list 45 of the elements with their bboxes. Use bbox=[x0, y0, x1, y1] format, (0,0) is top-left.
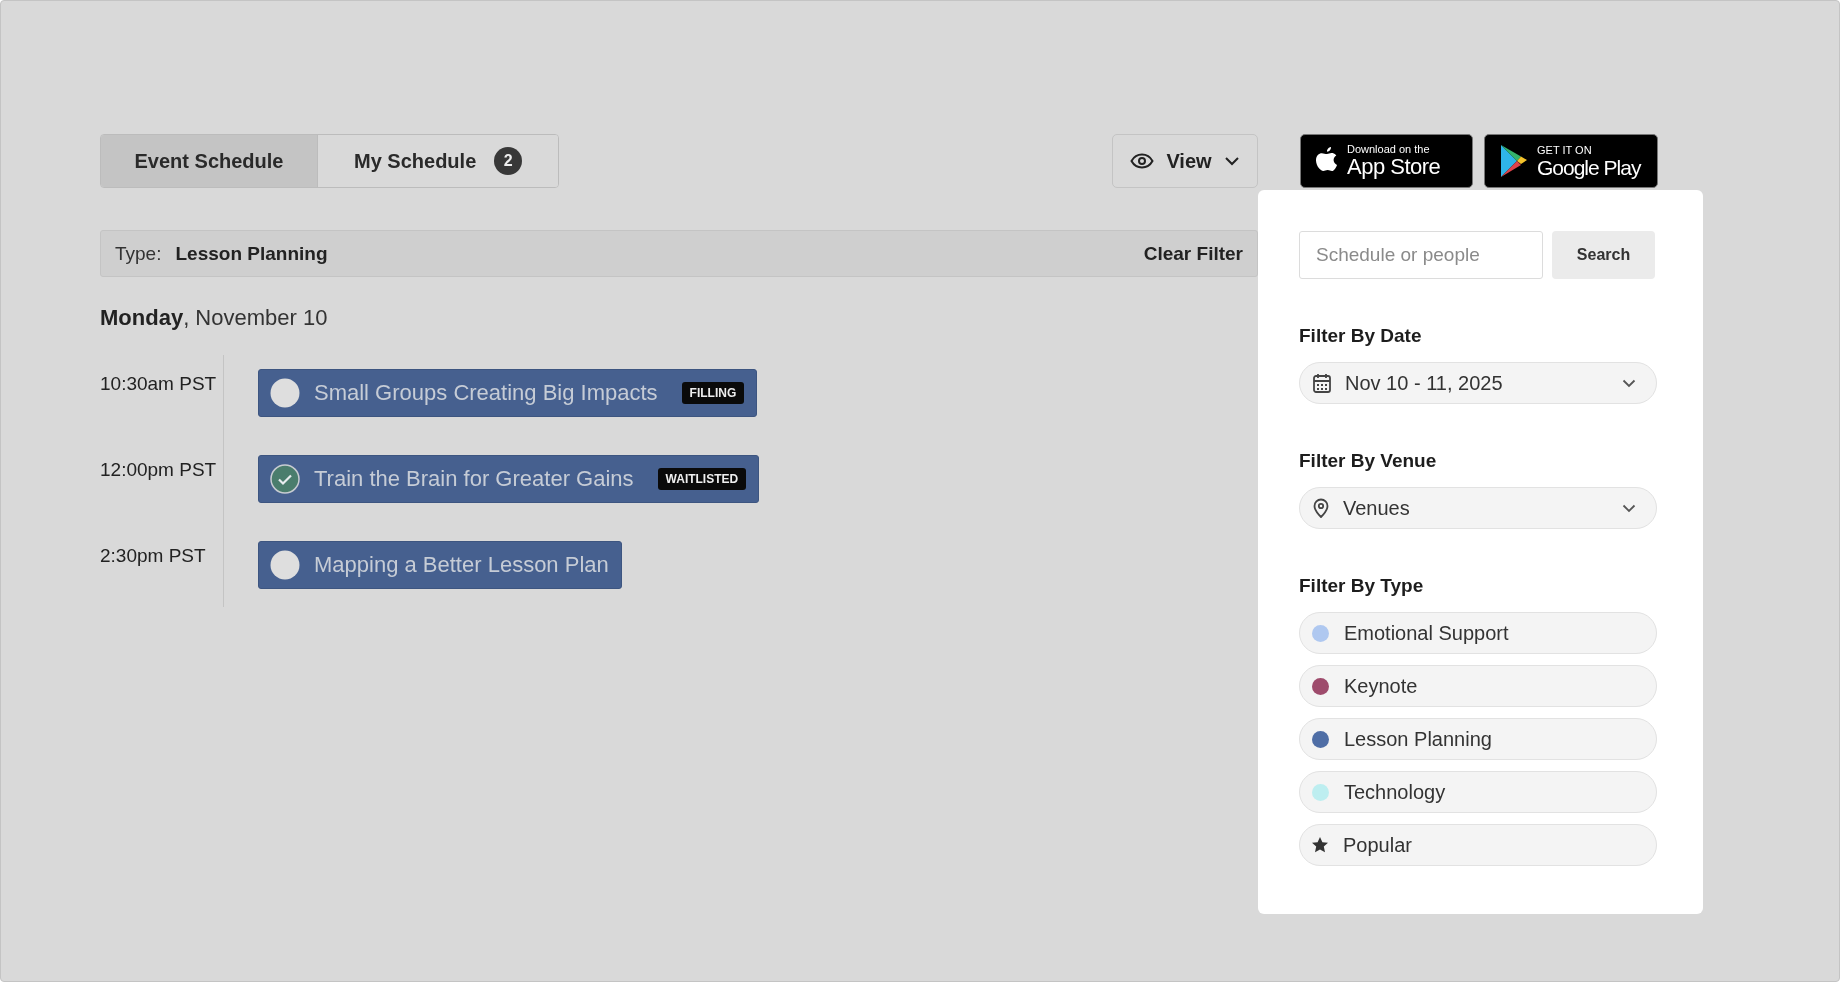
event-item[interactable]: Small Groups Creating Big Impacts FILLING bbox=[258, 369, 758, 417]
section-heading: Filter By Date bbox=[1299, 325, 1423, 347]
search-field[interactable]: Schedule or people bbox=[1299, 231, 1543, 279]
type-filter-option[interactable]: Emotional Support bbox=[1299, 612, 1657, 654]
count-badge: 2 bbox=[494, 147, 523, 175]
event-item[interactable]: Train the Brain for Greater Gains WAITLISTED bbox=[258, 455, 760, 503]
event-time: 12:00pm PST bbox=[100, 458, 218, 481]
date-dropdown[interactable]: Nov 10 - 11, 2025 bbox=[1299, 362, 1657, 404]
status-badge: WAITLISTED bbox=[657, 468, 747, 490]
chevron-down-icon bbox=[1622, 378, 1636, 388]
clear-filter-button[interactable]: Clear Filter bbox=[1143, 242, 1243, 265]
type-filter-option[interactable]: Popular bbox=[1299, 824, 1657, 866]
status-badge: FILLING bbox=[681, 382, 745, 404]
google-play-badge[interactable]: GET IT ON Google Play bbox=[1484, 134, 1658, 188]
map-pin-icon bbox=[1313, 498, 1329, 518]
store-name: Google Play bbox=[1537, 156, 1641, 178]
type-filter-option[interactable]: Technology bbox=[1299, 771, 1657, 813]
eye-icon bbox=[1130, 153, 1155, 169]
event-time: 10:30am PST bbox=[100, 372, 218, 395]
tab[interactable]: Event Schedule bbox=[101, 135, 317, 187]
filter-value: Lesson Planning bbox=[175, 242, 328, 265]
section-heading: Filter By Venue bbox=[1299, 450, 1438, 472]
filter-label: Type: bbox=[115, 242, 162, 265]
calendar-icon bbox=[1313, 373, 1331, 393]
event-time: 2:30pm PST bbox=[100, 544, 207, 567]
checked-circle-icon[interactable] bbox=[270, 464, 300, 494]
type-filter-option[interactable]: Lesson Planning bbox=[1299, 718, 1657, 760]
section-heading: Filter By Type bbox=[1299, 575, 1425, 597]
store-name: App Store bbox=[1347, 156, 1441, 178]
date-heading: Monday, November 10 bbox=[100, 305, 329, 331]
play-triangle-icon bbox=[1499, 144, 1529, 178]
venue-dropdown[interactable]: Venues bbox=[1299, 487, 1657, 529]
chevron-down-icon bbox=[1622, 503, 1636, 513]
app-store-badge[interactable]: Download on the App Store bbox=[1300, 134, 1473, 188]
star-icon bbox=[1311, 836, 1329, 854]
search-button[interactable]: Search bbox=[1552, 231, 1655, 279]
type-filter-option[interactable]: Keynote bbox=[1299, 665, 1657, 707]
empty-circle-icon[interactable] bbox=[270, 378, 300, 408]
store-caption: GET IT ON bbox=[1537, 144, 1593, 156]
tab[interactable]: My Schedule 2 bbox=[317, 135, 559, 187]
empty-circle-icon[interactable] bbox=[270, 550, 300, 580]
view-button[interactable]: View bbox=[1112, 134, 1258, 188]
store-caption: Download on the bbox=[1347, 144, 1431, 155]
event-item[interactable]: Mapping a Better Lesson Plan bbox=[258, 541, 622, 589]
chevron-down-icon bbox=[1223, 156, 1240, 166]
